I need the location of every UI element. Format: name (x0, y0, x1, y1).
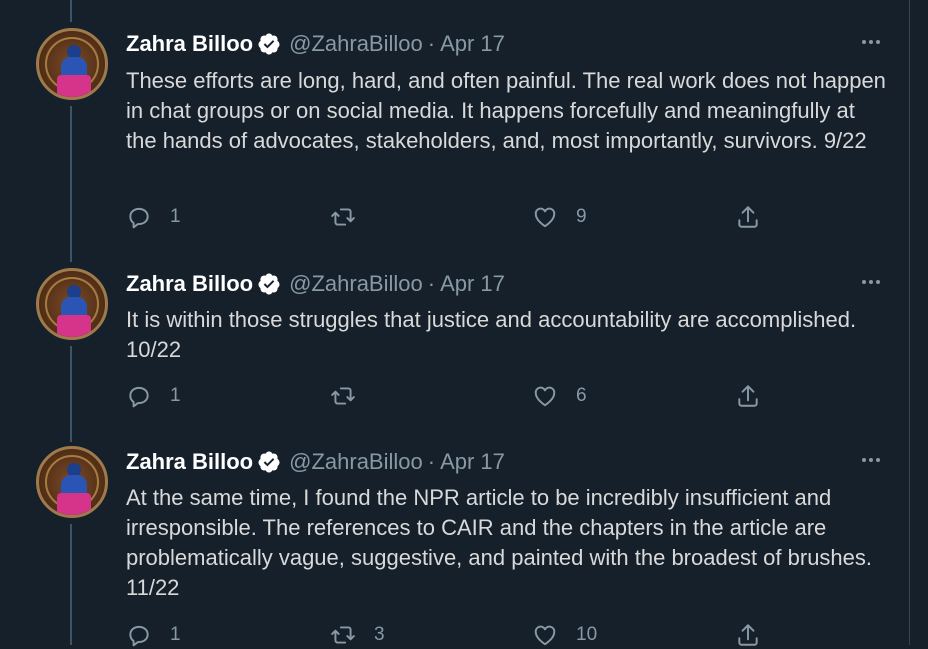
like-count: 10 (576, 624, 598, 645)
more-icon[interactable] (855, 270, 887, 294)
tweet[interactable]: Zahra Billoo @ZahraBilloo · Apr 17 It is… (0, 268, 910, 428)
share-icon (738, 206, 758, 228)
more-icon[interactable] (855, 30, 887, 54)
like-icon (534, 207, 556, 228)
tweet-date[interactable]: Apr 17 (440, 449, 505, 475)
avatar[interactable] (36, 446, 108, 518)
separator-dot: · (427, 271, 436, 296)
avatar[interactable] (36, 28, 108, 100)
share-button[interactable] (735, 382, 761, 410)
tweet-header: Zahra Billoo @ZahraBilloo · Apr 17 (126, 270, 505, 298)
like-button[interactable]: 6 (532, 382, 587, 410)
retweet-icon (331, 626, 355, 644)
tweet-actions: 1 9 (126, 203, 776, 231)
retweet-icon (331, 387, 355, 405)
reply-icon (129, 625, 149, 647)
like-icon (534, 625, 556, 646)
reply-count: 1 (170, 624, 181, 645)
reply-button[interactable]: 1 (126, 382, 181, 410)
reply-count: 1 (170, 385, 181, 406)
separator-dot: · (427, 31, 436, 56)
retweet-button[interactable] (330, 382, 374, 410)
tweet-header: Zahra Billoo @ZahraBilloo · Apr 17 (126, 448, 505, 476)
author-name[interactable]: Zahra Billoo (126, 449, 253, 475)
like-button[interactable]: 9 (532, 203, 587, 231)
tweet-text: These efforts are long, hard, and often … (126, 68, 886, 153)
tweet-header: Zahra Billoo @ZahraBilloo · Apr 17 (126, 30, 505, 58)
tweet-date[interactable]: Apr 17 (440, 31, 505, 57)
tweet-date[interactable]: Apr 17 (440, 271, 505, 297)
avatar[interactable] (36, 268, 108, 340)
reply-icon (129, 207, 149, 229)
share-button[interactable] (735, 203, 761, 231)
tweet-text: At the same time, I found the NPR articl… (126, 485, 873, 600)
reply-icon (129, 386, 149, 408)
tweet-text: It is within those struggles that justic… (126, 307, 857, 362)
tweet-actions: 1 6 (126, 382, 776, 410)
thread-connector (70, 0, 72, 22)
reply-button[interactable]: 1 (126, 203, 181, 231)
author-handle[interactable]: @ZahraBilloo (289, 31, 423, 57)
retweet-count: 3 (374, 624, 385, 645)
author-name[interactable]: Zahra Billoo (126, 31, 253, 57)
separator-dot: · (427, 449, 436, 474)
author-handle[interactable]: @ZahraBilloo (289, 449, 423, 475)
share-icon (738, 624, 758, 646)
like-icon (534, 386, 556, 407)
tweet[interactable]: Zahra Billoo @ZahraBilloo · Apr 17 At th… (0, 446, 910, 647)
retweet-icon (331, 208, 355, 226)
share-icon (738, 385, 758, 407)
retweet-button[interactable] (330, 203, 374, 231)
reply-count: 1 (170, 206, 181, 227)
thread-timeline: Zahra Billoo @ZahraBilloo · Apr 17 These… (0, 0, 910, 647)
author-handle[interactable]: @ZahraBilloo (289, 271, 423, 297)
verified-badge-icon (258, 273, 280, 295)
like-count: 9 (576, 206, 587, 227)
verified-badge-icon (258, 451, 280, 473)
author-name[interactable]: Zahra Billoo (126, 271, 253, 297)
more-icon[interactable] (855, 448, 887, 472)
like-count: 6 (576, 385, 587, 406)
verified-badge-icon (258, 33, 280, 55)
tweet[interactable]: Zahra Billoo @ZahraBilloo · Apr 17 These… (0, 28, 910, 246)
